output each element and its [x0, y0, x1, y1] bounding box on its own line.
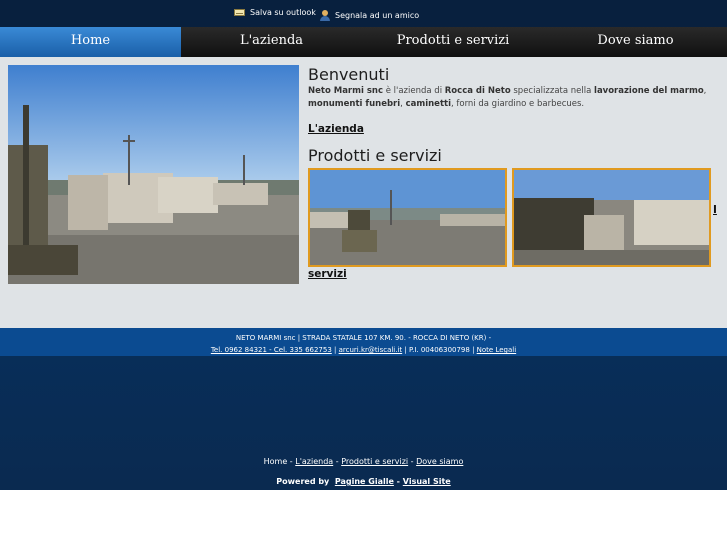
- intro-keyword-2: monumenti funebri: [308, 99, 401, 109]
- footer-separator: |: [331, 346, 339, 354]
- azienda-link[interactable]: L'azienda: [308, 123, 364, 135]
- user-icon: [320, 10, 330, 21]
- forklift-photo: [310, 170, 505, 265]
- intro-text-3: ,: [703, 86, 707, 96]
- intro-text-5: , forni da giardino e barbecues.: [450, 99, 585, 109]
- hero-photo: [8, 65, 299, 284]
- marble-yard-photo: [8, 65, 299, 284]
- footer-legal-link[interactable]: Note Legali: [477, 346, 517, 354]
- nav-prodotti[interactable]: Prodotti e servizi: [362, 27, 544, 57]
- intro-keyword-3: caminetti: [405, 99, 451, 109]
- bottom-nav-home[interactable]: Home: [264, 457, 288, 466]
- welcome-title: Benvenuti: [308, 65, 390, 84]
- visual-site-link[interactable]: Visual Site: [403, 477, 451, 486]
- footer-vat: | P.I. 00406300798 |: [402, 346, 477, 354]
- tell-friend-label: Segnala ad un amico: [335, 11, 420, 20]
- services-link-part-2[interactable]: servizi: [308, 268, 347, 280]
- powered-by: Powered by Pagine Gialle - Visual Site: [0, 477, 727, 486]
- slabs-photo: [514, 170, 709, 265]
- intro-place: Rocca di Neto: [444, 86, 511, 96]
- intro-company: Neto Marmi snc: [308, 86, 384, 96]
- footer-email-link[interactable]: arcuri.kr@tiscali.it: [339, 346, 403, 354]
- intro-text-1: è l'azienda di: [383, 86, 445, 96]
- bottom-nav-azienda[interactable]: L'azienda: [295, 457, 333, 466]
- top-utility-bar: Salva su outlook Segnala ad un amico: [0, 0, 727, 27]
- products-title: Prodotti e servizi: [308, 146, 442, 165]
- footer-phones-link[interactable]: Tel. 0962 84321 - Cel. 335 662753: [211, 346, 332, 354]
- product-thumbnail-slabs[interactable]: [512, 168, 711, 267]
- bottom-nav-dove-siamo[interactable]: Dove siamo: [416, 457, 463, 466]
- main-nav: Home L'azienda Prodotti e servizi Dove s…: [0, 27, 727, 57]
- bottom-nav-sep-2: -: [333, 457, 342, 466]
- bottom-nav: Home - L'azienda - Prodotti e servizi - …: [0, 457, 727, 466]
- nav-azienda[interactable]: L'azienda: [181, 27, 362, 57]
- main-content: Benvenuti Neto Marmi snc è l'azienda di …: [0, 57, 727, 328]
- footer-contacts: Tel. 0962 84321 - Cel. 335 662753 | arcu…: [0, 346, 727, 354]
- intro-keyword-1: lavorazione del marmo: [594, 86, 704, 96]
- footer-contact-band: NETO MARMI snc | STRADA STATALE 107 KM. …: [0, 328, 727, 356]
- intro-text-2: specializzata nella: [510, 86, 595, 96]
- product-thumbnail-forklift[interactable]: [308, 168, 507, 267]
- intro-paragraph: Neto Marmi snc è l'azienda di Rocca di N…: [308, 85, 718, 111]
- save-outlook-label: Salva su outlook: [250, 8, 316, 17]
- bottom-nav-sep-3: -: [408, 457, 417, 466]
- mail-icon: [234, 9, 245, 16]
- save-outlook-link[interactable]: Salva su outlook: [234, 8, 316, 17]
- nav-home[interactable]: Home: [0, 27, 181, 57]
- tell-friend-link[interactable]: Segnala ad un amico: [320, 10, 419, 21]
- nav-dove-siamo[interactable]: Dove siamo: [544, 27, 727, 57]
- footer-address: NETO MARMI snc | STRADA STATALE 107 KM. …: [235, 334, 492, 342]
- bottom-nav-prodotti[interactable]: Prodotti e servizi: [341, 457, 408, 466]
- powered-by-label: Powered by: [276, 477, 330, 486]
- pagine-gialle-link[interactable]: Pagine Gialle: [335, 477, 394, 486]
- services-link-part-1[interactable]: I: [713, 204, 717, 216]
- powered-separator: -: [393, 477, 403, 486]
